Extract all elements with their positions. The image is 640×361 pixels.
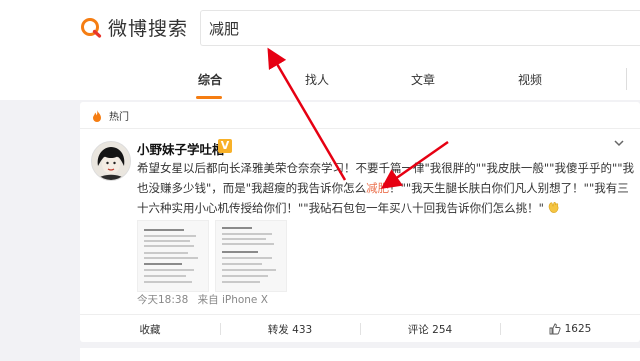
image-thumbnail[interactable]	[215, 220, 287, 292]
keyword-highlight[interactable]: 减肥	[366, 181, 389, 195]
chevron-down-icon[interactable]	[612, 136, 626, 150]
comment-label: 评论 254	[407, 323, 453, 336]
tab-videos[interactable]: 视频	[518, 71, 542, 88]
hot-header: 热门	[90, 108, 129, 123]
source-prefix: 来自	[197, 294, 219, 306]
divider	[80, 128, 640, 129]
thumbs-up-icon	[549, 323, 561, 335]
tab-divider	[626, 68, 627, 90]
tab-comprehensive[interactable]: 综合	[198, 71, 222, 88]
like-button[interactable]: 1625	[500, 315, 640, 343]
avatar[interactable]	[91, 141, 131, 181]
username[interactable]: 小野妹子学吐槽	[137, 139, 225, 158]
comment-button[interactable]: 评论 254	[360, 315, 500, 343]
collect-label: 收藏	[139, 323, 161, 336]
avatar-image	[92, 142, 130, 180]
search-box[interactable]	[200, 10, 640, 46]
tab-articles[interactable]: 文章	[411, 71, 435, 88]
image-thumbnails	[137, 220, 287, 292]
image-thumbnail[interactable]	[137, 220, 209, 292]
weibo-logo-icon	[81, 18, 102, 38]
post-time[interactable]: 今天18:38	[137, 294, 188, 306]
tab-bar: 综合 找人 文章 视频	[0, 60, 640, 100]
search-input[interactable]	[201, 11, 629, 45]
post-card: 热门 小野妹子学吐槽 V 希望女星以后都向长泽雅美荣仓奈奈学习！不要千篇一律"我…	[80, 102, 640, 342]
repost-label: 转发 433	[267, 323, 313, 336]
active-tab-indicator	[196, 96, 222, 99]
top-bar: 微博搜索	[0, 0, 640, 60]
repost-button[interactable]: 转发 433	[220, 315, 360, 343]
collect-button[interactable]: 收藏	[80, 315, 220, 343]
hot-label: 热门	[109, 112, 129, 123]
logo-text: 微博搜索	[108, 17, 189, 40]
tab-users[interactable]: 找人	[305, 71, 329, 88]
weibo-search-logo[interactable]: 微博搜索	[80, 12, 188, 42]
like-count: 1625	[564, 323, 592, 335]
action-bar: 收藏 转发 433 评论 254 1625	[80, 314, 640, 343]
post-meta: 今天18:38 来自 iPhone X	[137, 292, 268, 307]
post-source[interactable]: iPhone X	[222, 294, 268, 306]
flame-icon	[93, 109, 101, 122]
clap-emoji-icon	[548, 202, 559, 213]
post-text: 希望女星以后都向长泽雅美荣仓奈奈学习！不要千篇一律"我很胖的""我皮肤一般""我…	[137, 158, 637, 218]
next-card-edge	[80, 348, 640, 361]
verified-badge-icon: V	[218, 139, 232, 153]
